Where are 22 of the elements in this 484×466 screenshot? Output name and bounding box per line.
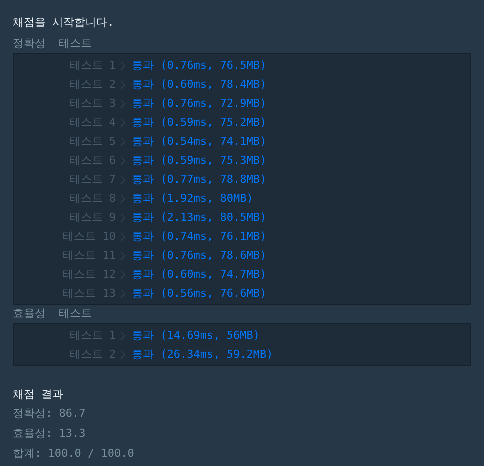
test-result: 통과 (1.92ms, 80MB): [132, 191, 254, 206]
test-result: 통과 (14.69ms, 56MB): [132, 328, 260, 343]
test-result: 통과 (0.56ms, 76.6MB): [132, 286, 267, 301]
test-result: 통과 (2.13ms, 80.5MB): [132, 210, 267, 225]
result-heading: 채점 결과: [13, 387, 65, 403]
test-result: 통과 (0.59ms, 75.2MB): [132, 115, 267, 130]
section-label: 정확성 테스트: [13, 36, 94, 52]
test-result: 통과 (26.34ms, 59.2MB): [132, 347, 274, 362]
test-result: 통과 (0.60ms, 74.7MB): [132, 267, 267, 282]
test-result: 통과 (0.74ms, 76.1MB): [132, 229, 267, 244]
status-message: 채점을 시작합니다.: [13, 15, 116, 31]
test-result: 통과 (0.60ms, 78.4MB): [132, 77, 267, 92]
test-result: 통과 (0.54ms, 74.1MB): [132, 134, 267, 149]
score-line: 효율성: 13.3: [13, 426, 87, 442]
test-result: 통과 (0.77ms, 78.8MB): [132, 172, 267, 187]
score-line: 합계: 100.0 / 100.0: [13, 446, 136, 462]
section-label: 효율성 테스트: [13, 306, 94, 322]
test-result: 통과 (0.76ms, 72.9MB): [132, 96, 267, 111]
test-result: 통과 (0.76ms, 76.5MB): [132, 58, 267, 73]
score-line: 정확성: 86.7: [13, 406, 87, 422]
test-result: 통과 (0.59ms, 75.3MB): [132, 153, 267, 168]
test-result: 통과 (0.76ms, 78.6MB): [132, 248, 267, 263]
